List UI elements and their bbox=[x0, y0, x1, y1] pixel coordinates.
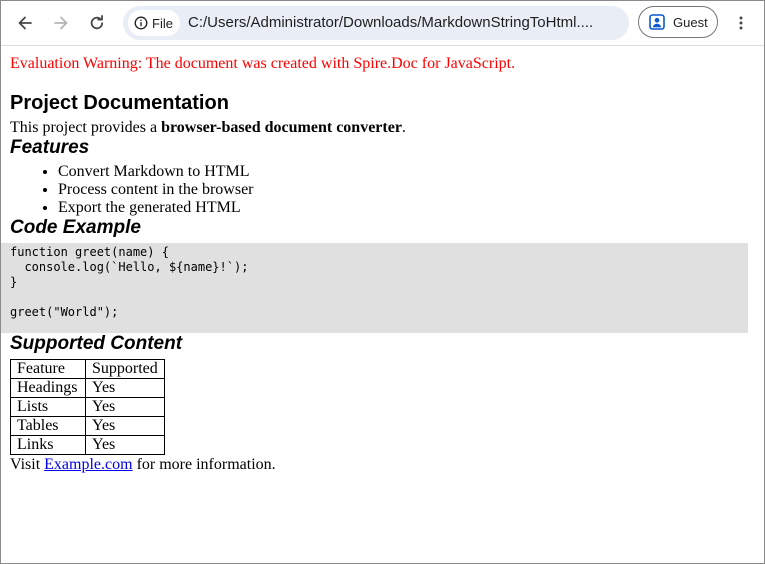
table-cell: Yes bbox=[85, 378, 165, 398]
footer-suffix: for more information. bbox=[132, 456, 276, 473]
table-cell: Yes bbox=[85, 435, 165, 455]
info-circle-icon bbox=[134, 16, 148, 30]
site-info-chip[interactable]: File bbox=[128, 10, 180, 36]
evaluation-warning: Evaluation Warning: The document was cre… bbox=[10, 55, 516, 72]
reload-icon bbox=[90, 15, 104, 30]
browser-window: File C:/Users/Administrator/Downloads/Ma… bbox=[0, 0, 765, 564]
table-cell: Feature bbox=[10, 359, 86, 379]
address-bar[interactable]: File C:/Users/Administrator/Downloads/Ma… bbox=[123, 6, 629, 40]
table-row: Headings Yes bbox=[10, 378, 165, 398]
features-heading: Features bbox=[10, 137, 90, 158]
table-row: Lists Yes bbox=[10, 397, 165, 417]
features-list: Convert Markdown to HTML Process content… bbox=[10, 163, 758, 217]
table-cell: Yes bbox=[85, 416, 165, 436]
intro-bold: browser-based document converter bbox=[161, 119, 402, 136]
forward-button[interactable] bbox=[45, 7, 77, 39]
page-content: Evaluation Warning: The document was cre… bbox=[1, 47, 758, 474]
table-cell: Yes bbox=[85, 397, 165, 417]
footer-paragraph: Visit Example.com for more information. bbox=[10, 456, 758, 474]
table-row: Feature Supported bbox=[10, 359, 165, 379]
list-item: Process content in the browser bbox=[58, 181, 758, 199]
intro-paragraph: This project provides a browser-based do… bbox=[10, 119, 758, 137]
chip-label: File bbox=[152, 15, 173, 31]
intro-suffix: . bbox=[401, 119, 406, 136]
supported-heading: Supported Content bbox=[10, 333, 183, 354]
profile-label: Guest bbox=[673, 14, 708, 30]
intro-prefix: This project provides a bbox=[10, 119, 162, 136]
example-link[interactable]: Example.com bbox=[44, 456, 132, 473]
table-row: Links Yes bbox=[10, 435, 165, 455]
profile-button[interactable]: Guest bbox=[638, 6, 718, 38]
back-button[interactable] bbox=[9, 7, 41, 39]
table-row: Tables Yes bbox=[10, 416, 165, 436]
person-badge-icon bbox=[649, 14, 665, 30]
table-cell: Links bbox=[10, 435, 86, 455]
list-item: Export the generated HTML bbox=[58, 199, 758, 217]
arrow-right-icon bbox=[54, 16, 68, 30]
supported-table: Feature Supported Headings Yes Lists Yes… bbox=[10, 359, 165, 455]
list-item: Convert Markdown to HTML bbox=[58, 163, 758, 181]
table-cell: Headings bbox=[10, 378, 86, 398]
table-cell: Tables bbox=[10, 416, 86, 436]
table-cell: Lists bbox=[10, 397, 86, 417]
reload-button[interactable] bbox=[81, 7, 113, 39]
kebab-menu-icon bbox=[739, 16, 743, 30]
code-block: function greet(name) { console.log(`Hell… bbox=[1, 243, 748, 333]
arrow-left-icon bbox=[18, 16, 32, 30]
page-title: Project Documentation bbox=[10, 92, 229, 114]
url-text[interactable]: C:/Users/Administrator/Downloads/Markdow… bbox=[188, 14, 620, 32]
browser-menu-button[interactable] bbox=[725, 7, 757, 39]
footer-prefix: Visit bbox=[10, 456, 45, 473]
table-cell: Supported bbox=[85, 359, 165, 379]
browser-toolbar: File C:/Users/Administrator/Downloads/Ma… bbox=[1, 1, 764, 46]
code-heading: Code Example bbox=[10, 217, 141, 238]
